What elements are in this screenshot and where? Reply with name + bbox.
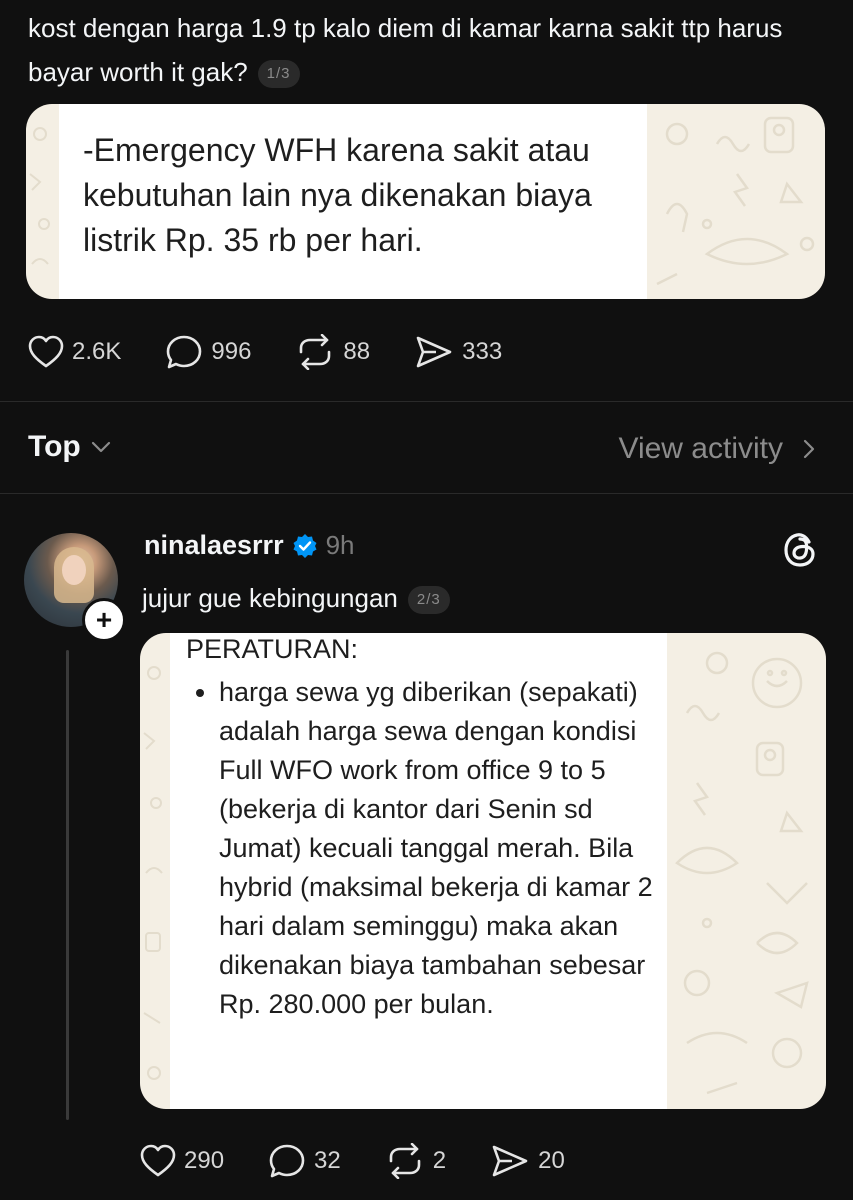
share-button[interactable]: 20 <box>490 1143 565 1179</box>
verified-icon <box>293 533 317 558</box>
comment-count: 32 <box>314 1147 341 1174</box>
reply-image-heading: PERATURAN: <box>186 634 359 664</box>
share-count: 20 <box>538 1147 565 1174</box>
divider <box>0 401 853 402</box>
sort-dropdown[interactable]: Top <box>28 430 111 464</box>
view-activity-link[interactable]: View activity <box>618 432 815 466</box>
share-count: 333 <box>462 338 503 365</box>
comment-icon <box>269 1144 305 1178</box>
repost-icon <box>300 334 331 370</box>
repost-count: 88 <box>343 338 371 365</box>
divider <box>0 493 853 494</box>
heart-icon <box>28 335 64 368</box>
reply-image-bullet-text: harga sewa yg diberikan (sepakati) adala… <box>219 677 653 1019</box>
heart-icon <box>140 1144 176 1177</box>
view-activity-label: View activity <box>618 432 783 465</box>
chevron-down-icon <box>91 441 110 453</box>
share-icon <box>492 1145 528 1177</box>
post-text: kost dengan harga 1.9 tp kalo diem di ka… <box>28 6 828 94</box>
repost-icon <box>389 1143 421 1179</box>
comment-icon <box>167 335 202 369</box>
follow-button[interactable]: + <box>82 598 126 642</box>
post-actions: 2.6K 996 88 333 <box>28 334 546 370</box>
share-button[interactable]: 333 <box>414 334 502 370</box>
reply-header: ninalaesrrr 9h <box>144 530 355 561</box>
threads-icon[interactable] <box>780 530 820 570</box>
bullet-icon <box>196 689 204 697</box>
comment-button[interactable]: 996 <box>165 334 251 370</box>
reply-actions: 290 32 2 20 <box>140 1143 609 1179</box>
reply-text-content: jujur gue kebingungan <box>142 583 398 613</box>
reply-image[interactable]: PERATURAN: harga sewa yg diberikan (sepa… <box>140 633 826 1109</box>
plus-icon: + <box>95 604 113 635</box>
share-icon <box>416 336 452 368</box>
post-text-content: kost dengan harga 1.9 tp kalo diem di ka… <box>28 13 783 87</box>
like-count: 290 <box>184 1147 225 1174</box>
doodle-pattern-left <box>143 666 163 1080</box>
like-count: 2.6K <box>72 338 122 365</box>
comment-button[interactable]: 32 <box>268 1143 341 1179</box>
reply-time: 9h <box>325 530 355 560</box>
comment-count: 996 <box>211 338 252 365</box>
reply-page-indicator: 2/3 <box>407 586 450 615</box>
username[interactable]: ninalaesrrr <box>144 530 284 561</box>
repost-button[interactable]: 2 <box>385 1143 446 1179</box>
doodle-pattern-right <box>656 116 815 286</box>
reply-text: jujur gue kebingungan 2/3 <box>142 578 450 618</box>
post-image-text: -Emergency WFH karena sakit atau kebutuh… <box>83 132 592 258</box>
avatar-face-shape <box>62 555 86 585</box>
chevron-right-icon <box>803 439 815 459</box>
like-button[interactable]: 2.6K <box>28 335 121 369</box>
repost-count: 2 <box>432 1147 447 1174</box>
like-button[interactable]: 290 <box>140 1144 224 1178</box>
sort-label: Top <box>28 430 81 463</box>
repost-button[interactable]: 88 <box>295 334 370 370</box>
post-page-indicator: 1/3 <box>257 60 300 89</box>
post-image[interactable]: -Emergency WFH karena sakit atau kebutuh… <box>26 104 825 299</box>
doodle-pattern-left <box>29 127 50 265</box>
doodle-pattern-right <box>675 651 809 1095</box>
thread-line <box>66 650 69 1120</box>
